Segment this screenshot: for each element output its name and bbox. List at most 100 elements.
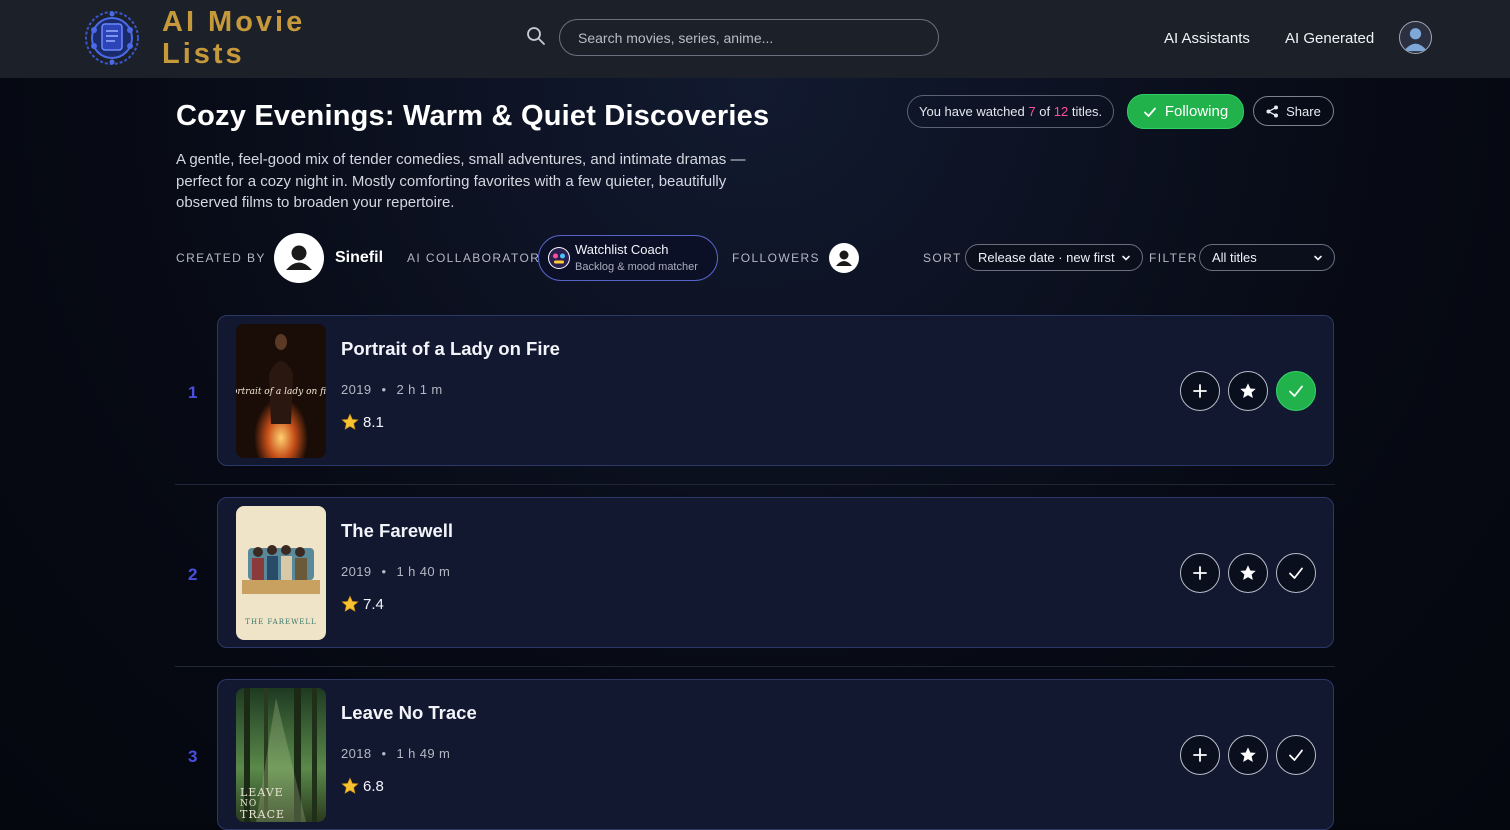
list-description: A gentle, feel-good mix of tender comedi… bbox=[176, 151, 746, 211]
rating-value: 7.4 bbox=[363, 595, 384, 613]
check-icon bbox=[1289, 749, 1303, 761]
robot-avatar-icon bbox=[549, 248, 569, 268]
rating-value: 8.1 bbox=[363, 413, 384, 431]
star-icon bbox=[1240, 565, 1256, 581]
movie-title[interactable]: The Farewell bbox=[341, 520, 453, 542]
user-avatar-button[interactable] bbox=[1399, 21, 1432, 54]
movie-rank: 1 bbox=[188, 383, 198, 402]
mark-watched-button[interactable] bbox=[1276, 371, 1316, 411]
poster-farewell-image: THE FAREWELL bbox=[236, 506, 326, 640]
poster-title-line-1: LEAVE bbox=[240, 786, 284, 799]
logo-line-2: Lists bbox=[162, 38, 245, 70]
add-to-list-button[interactable] bbox=[1180, 371, 1220, 411]
following-button[interactable]: Following bbox=[1127, 94, 1244, 129]
row-divider bbox=[175, 484, 1335, 485]
add-to-list-button[interactable] bbox=[1180, 735, 1220, 775]
ai-collaborator-label: AI COLLABORATOR bbox=[407, 251, 541, 265]
movie-duration: 2 h 1 m bbox=[396, 382, 443, 397]
user-icon bbox=[1403, 28, 1428, 52]
movie-duration: 1 h 49 m bbox=[396, 746, 451, 761]
plus-icon bbox=[1193, 748, 1207, 762]
rate-button[interactable] bbox=[1228, 553, 1268, 593]
plus-icon bbox=[1193, 566, 1207, 580]
chevron-down-icon bbox=[1122, 255, 1130, 261]
chevron-down-icon bbox=[1314, 255, 1322, 261]
rate-button[interactable] bbox=[1228, 371, 1268, 411]
share-label: Share bbox=[1286, 103, 1321, 119]
movie-year: 2018 bbox=[341, 746, 372, 761]
movie-card[interactable]: THE FAREWELL The Farewell 2019 • 1 h 40 m … bbox=[217, 497, 1334, 648]
brain-logo-icon[interactable] bbox=[82, 8, 142, 68]
top-header: AI Movie Lists AI Assistants AI Generate… bbox=[0, 0, 1510, 78]
movie-rating: 7.4 bbox=[341, 595, 384, 613]
movie-card[interactable]: LEAVE NO TRACE Leave No Trace 2018 • 1 h 4… bbox=[217, 679, 1334, 830]
rating-value: 6.8 bbox=[363, 777, 384, 795]
filter-label: FILTER bbox=[1149, 251, 1198, 265]
movie-meta: 2019 • 1 h 40 m bbox=[341, 564, 451, 579]
poster-title-line-3: TRACE bbox=[240, 808, 285, 821]
collaborator-avatar bbox=[548, 247, 570, 269]
share-button[interactable]: Share bbox=[1253, 96, 1334, 126]
filter-value: All titles bbox=[1212, 250, 1257, 265]
creator-name[interactable]: Sinefil bbox=[335, 249, 383, 267]
movie-title[interactable]: Portrait of a Lady on Fire bbox=[341, 338, 560, 360]
logo-text[interactable]: AI Movie Lists bbox=[162, 6, 305, 70]
movie-poster[interactable]: LEAVE NO TRACE bbox=[236, 688, 326, 822]
movie-poster[interactable]: THE FAREWELL bbox=[236, 506, 326, 640]
movie-rating: 8.1 bbox=[341, 413, 384, 431]
search-icon[interactable] bbox=[526, 26, 546, 46]
check-icon bbox=[1289, 385, 1303, 397]
movie-meta: 2018 • 1 h 49 m bbox=[341, 746, 451, 761]
watched-suffix: titles. bbox=[1071, 104, 1103, 119]
star-rating-icon bbox=[341, 595, 359, 612]
nav-ai-assistants[interactable]: AI Assistants bbox=[1164, 30, 1250, 47]
list-title: Cozy Evenings: Warm & Quiet Discoveries bbox=[176, 100, 770, 132]
movie-rating: 6.8 bbox=[341, 777, 384, 795]
movie-title[interactable]: Leave No Trace bbox=[341, 702, 477, 724]
check-icon bbox=[1289, 567, 1303, 579]
logo-line-1: AI Movie bbox=[162, 6, 306, 38]
following-label: Following bbox=[1164, 103, 1229, 120]
movie-rank: 3 bbox=[188, 747, 198, 766]
filter-select[interactable]: All titles bbox=[1199, 244, 1335, 271]
poster-leave-no-trace-image: LEAVE NO TRACE bbox=[236, 688, 326, 822]
sort-value: Release date · new first bbox=[978, 250, 1115, 265]
movie-poster[interactable]: portrait of a lady on fire bbox=[236, 324, 326, 458]
poster-portrait-lady-image: portrait of a lady on fire bbox=[236, 324, 326, 458]
star-icon bbox=[1240, 383, 1256, 399]
star-icon bbox=[1240, 747, 1256, 763]
star-rating-icon bbox=[341, 413, 359, 430]
created-by-label: CREATED BY bbox=[176, 251, 266, 265]
nav-ai-generated[interactable]: AI Generated bbox=[1285, 30, 1374, 47]
movie-card[interactable]: portrait of a lady on fire Portrait of a… bbox=[217, 315, 1334, 466]
poster-title-text: portrait of a lady on fire bbox=[236, 387, 326, 397]
creator-avatar[interactable] bbox=[274, 233, 324, 283]
mark-watched-button[interactable] bbox=[1276, 735, 1316, 775]
poster-title-text: THE FAREWELL bbox=[245, 618, 316, 626]
plus-icon bbox=[1193, 384, 1207, 398]
sort-select[interactable]: Release date · new first bbox=[965, 244, 1143, 271]
search-input[interactable] bbox=[559, 19, 939, 56]
follower-avatar[interactable] bbox=[829, 243, 859, 273]
total-count: 12 bbox=[1053, 104, 1069, 119]
share-icon bbox=[1266, 105, 1279, 117]
movie-rank: 2 bbox=[188, 565, 198, 584]
person-icon bbox=[286, 245, 312, 270]
add-to-list-button[interactable] bbox=[1180, 553, 1220, 593]
ai-collaborator-chip[interactable]: Watchlist Coach Backlog & mood matcher bbox=[538, 235, 718, 281]
mark-watched-button[interactable] bbox=[1276, 553, 1316, 593]
person-icon bbox=[836, 250, 852, 266]
rate-button[interactable] bbox=[1228, 735, 1268, 775]
watched-progress-pill: You have watched 7 of 12 titles. bbox=[907, 95, 1115, 128]
check-icon bbox=[1143, 107, 1156, 117]
star-rating-icon bbox=[341, 777, 359, 794]
watched-count: 7 bbox=[1028, 104, 1036, 119]
movie-year: 2019 bbox=[341, 564, 372, 579]
watched-of: of bbox=[1039, 104, 1051, 119]
movie-duration: 1 h 40 m bbox=[396, 564, 451, 579]
watched-prefix: You have watched bbox=[919, 104, 1025, 119]
row-divider bbox=[175, 666, 1335, 667]
movie-meta: 2019 • 2 h 1 m bbox=[341, 382, 443, 397]
movie-year: 2019 bbox=[341, 382, 372, 397]
collaborator-subtitle: Backlog & mood matcher bbox=[575, 261, 698, 273]
